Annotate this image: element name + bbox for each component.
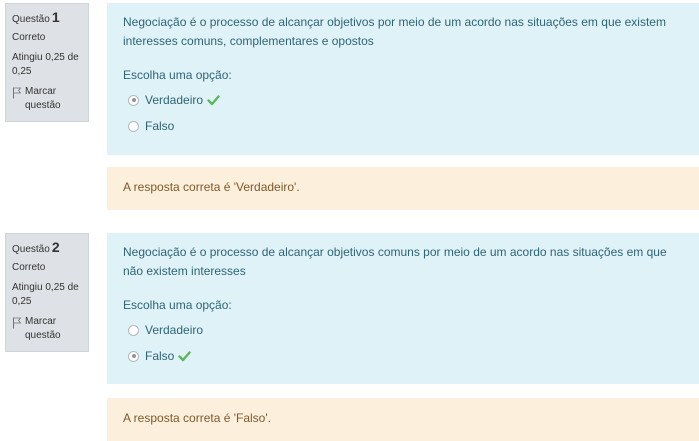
flag-label: Marcar questão (25, 86, 61, 111)
check-icon (178, 350, 192, 361)
radio-button[interactable] (128, 120, 139, 132)
question-number-line: Questão 2 (12, 240, 82, 257)
question-formulation: Negociação é o processo de alcançar obje… (107, 233, 699, 384)
answer-options: Verdadeiro Falso (123, 317, 689, 369)
option-label: Falso (145, 118, 175, 133)
question-grade: Atingiu 0,25 de 0,25 (12, 282, 79, 307)
feedback-box: A resposta correta é 'Verdadeiro'. (107, 167, 699, 210)
flag-icon (13, 87, 22, 99)
question-state: Correto (12, 32, 46, 43)
flag-question-link[interactable]: Marcar questão (12, 315, 82, 343)
question-state: Correto (12, 262, 46, 273)
question-number-line: Questão 1 (12, 10, 82, 27)
question-text: Negociação é o processo de alcançar obje… (123, 15, 666, 48)
flag-question-link[interactable]: Marcar questão (12, 85, 82, 113)
answer-prompt: Escolha uma opção: (123, 298, 232, 312)
option-verdadeiro[interactable]: Verdadeiro (123, 317, 689, 343)
question-grade: Atingiu 0,25 de 0,25 (12, 52, 79, 77)
question-label: Questão (12, 244, 50, 255)
option-verdadeiro[interactable]: Verdadeiro (123, 87, 689, 113)
question-info: Questão 2 Correto Atingiu 0,25 de 0,25 Ma… (5, 233, 89, 352)
check-icon (207, 94, 220, 105)
correct-answer-text: A resposta correta é 'Verdadeiro'. (123, 180, 300, 194)
correct-answer-text: A resposta correta é 'Falso'. (123, 411, 271, 425)
feedback-box: A resposta correta é 'Falso'. (107, 398, 699, 441)
question-number: 1 (51, 9, 60, 25)
answer-options: Verdadeiro Falso (123, 87, 689, 139)
option-falso[interactable]: Falso (123, 343, 689, 369)
option-falso[interactable]: Falso (123, 113, 689, 139)
flag-label: Marcar questão (25, 316, 61, 341)
radio-button[interactable] (128, 94, 139, 106)
question-info: Questão 1 Correto Atingiu 0,25 de 0,25 Ma… (5, 3, 89, 122)
question-label: Questão (12, 14, 50, 25)
option-label: Verdadeiro (145, 322, 204, 337)
option-label: Verdadeiro (145, 92, 204, 107)
question-text: Negociação é o processo de alcançar obje… (123, 245, 667, 278)
question-formulation: Negociação é o processo de alcançar obje… (107, 3, 699, 155)
radio-button[interactable] (128, 324, 139, 336)
option-label: Falso (145, 348, 175, 363)
question-number: 2 (51, 239, 60, 255)
radio-button[interactable] (128, 350, 139, 362)
flag-icon (13, 317, 22, 329)
answer-prompt: Escolha uma opção: (123, 68, 232, 82)
